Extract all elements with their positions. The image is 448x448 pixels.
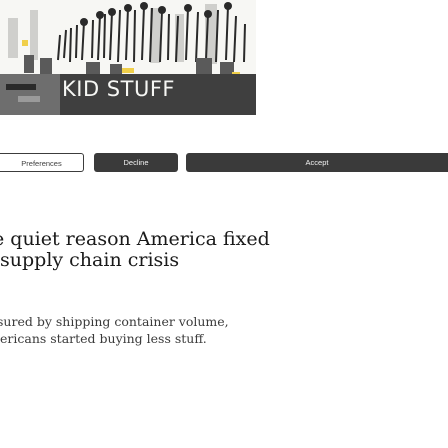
cookie-consent-bar: Preferences Decline Accept xyxy=(0,153,448,172)
accept-button[interactable]: Accept xyxy=(186,153,448,172)
hero-image: KID STUFF xyxy=(0,0,256,115)
hero-title: KID STUFF xyxy=(62,77,175,101)
article-dek: sured by shipping container volume, eric… xyxy=(0,314,229,346)
article-headline[interactable]: e quiet reason America fixed supply chai… xyxy=(0,229,440,271)
preferences-button[interactable]: Preferences xyxy=(0,153,84,172)
decline-button[interactable]: Decline xyxy=(94,153,178,172)
